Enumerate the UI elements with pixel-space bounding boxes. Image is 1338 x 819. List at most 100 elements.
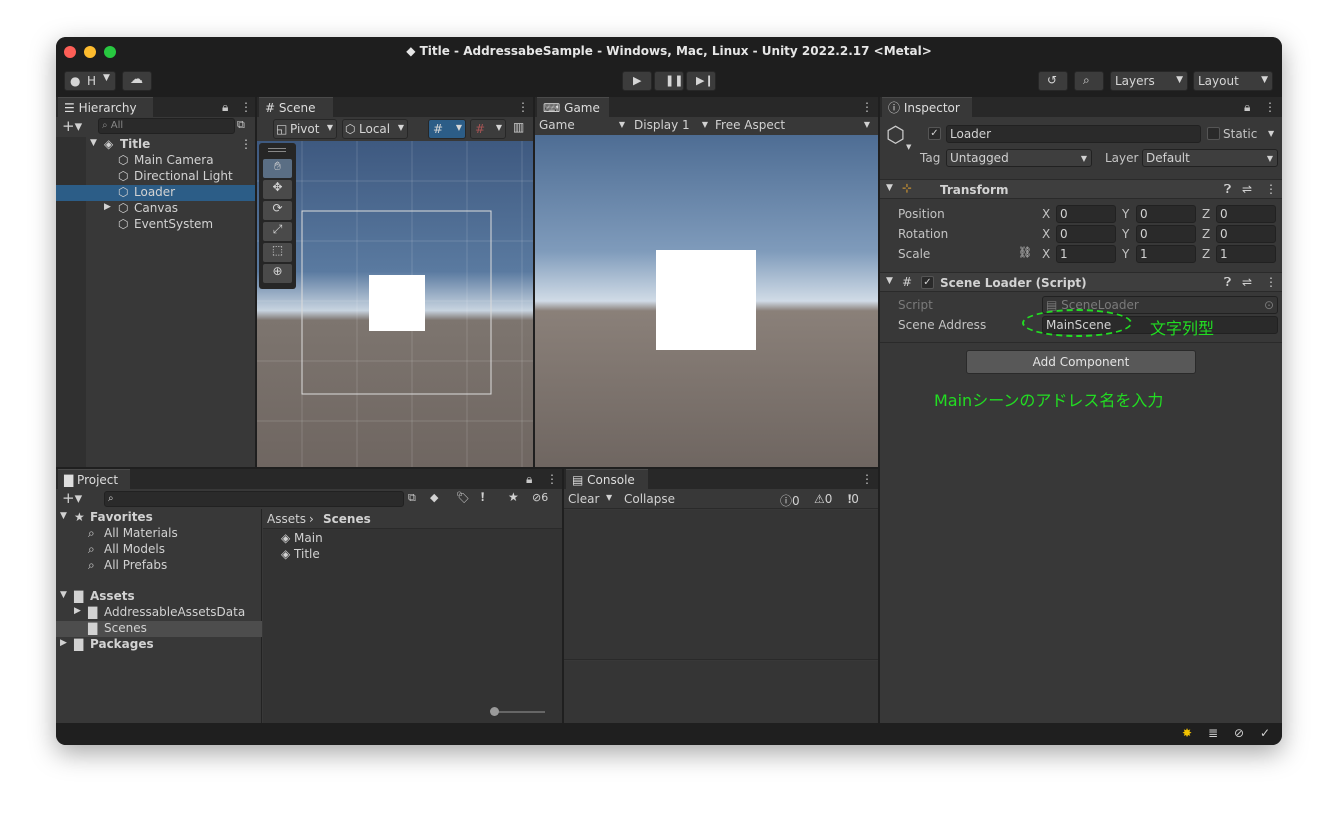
kebab-menu-icon[interactable]: ⋮ <box>861 472 873 486</box>
scale-x-field[interactable]: 1 <box>1056 245 1116 263</box>
increment-snap-icon[interactable]: ▥ <box>513 120 524 134</box>
scene-viewport[interactable]: ✋︎ ✥ ⟳ ⤢ ⬚ ⊕ <box>257 141 533 467</box>
layer-dropdown[interactable]: Default ▼ <box>1142 149 1278 167</box>
clear-options-dropdown[interactable]: ▼ <box>606 493 612 502</box>
preset-icon[interactable]: ⇌ <box>1242 182 1252 196</box>
project-search-input[interactable]: ⌕ <box>104 491 404 507</box>
pause-button[interactable]: ❚❚ <box>654 71 684 91</box>
asset-title-scene[interactable]: ◈ Title <box>281 547 320 563</box>
rotate-tool-button[interactable]: ⟳ <box>263 201 292 220</box>
kebab-menu-icon[interactable]: ⋮ <box>861 100 873 114</box>
packages-row[interactable]: ▶ ▇ Packages <box>56 637 262 653</box>
position-z-field[interactable]: 0 <box>1216 205 1276 223</box>
add-component-button[interactable]: Add Component <box>966 350 1196 374</box>
hierarchy-item-eventsystem[interactable]: ⬡ EventSystem <box>56 217 255 233</box>
folder-addressableassetsdata[interactable]: ▶ ▇ AddressableAssetsData <box>56 605 262 621</box>
static-checkbox[interactable] <box>1207 127 1220 140</box>
kebab-menu-icon[interactable]: ⋮ <box>1265 182 1277 196</box>
log-filter-icon[interactable]: ❗︎ <box>481 490 484 505</box>
warning-filter-button[interactable]: ⚠0 <box>814 492 832 506</box>
add-icon[interactable]: +▾ <box>62 489 82 507</box>
scale-z-field[interactable]: 1 <box>1216 245 1276 263</box>
scale-tool-button[interactable]: ⤢ <box>263 222 292 241</box>
breadcrumb-assets[interactable]: Assets <box>267 512 306 526</box>
rotation-y-field[interactable]: 0 <box>1136 225 1196 243</box>
tab-hierarchy[interactable]: ☰ Hierarchy <box>58 97 153 117</box>
transform-tool-button[interactable]: ⊕ <box>263 264 292 283</box>
layout-dropdown[interactable]: Layout ▼ <box>1193 71 1273 91</box>
pivot-dropdown[interactable]: ◱ Pivot ▼ <box>273 119 337 139</box>
chevron-down-icon[interactable]: ▼ <box>1268 129 1274 138</box>
display-dropdown[interactable]: Display 1 ▼ <box>634 118 708 132</box>
aspect-dropdown[interactable]: Free Aspect ▼ <box>715 118 870 132</box>
help-icon[interactable]: ❓︎ <box>1224 182 1231 197</box>
search-options-icon[interactable]: ⧉ <box>237 118 245 132</box>
search-button[interactable]: ⌕ <box>1074 71 1104 91</box>
grid-visibility-button[interactable]: # ▼ <box>470 119 506 139</box>
collapse-button[interactable]: Collapse <box>624 492 675 506</box>
favorites-row[interactable]: ▼ ★ Favorites <box>56 510 262 526</box>
clear-button[interactable]: Clear <box>568 492 599 506</box>
favorite-all-models[interactable]: ⌕ All Models <box>56 542 262 558</box>
help-icon[interactable]: ❓︎ <box>1224 275 1231 290</box>
tag-dropdown[interactable]: Untagged ▼ <box>946 149 1092 167</box>
add-icon[interactable]: +▾ <box>62 117 82 135</box>
kebab-menu-icon[interactable]: ⋮ <box>240 100 252 114</box>
hidden-packages-icon[interactable]: ⊘6 <box>532 491 548 504</box>
asset-main-scene[interactable]: ◈ Main <box>281 531 323 547</box>
error-filter-button[interactable]: ❗︎0 <box>848 492 859 507</box>
lock-icon[interactable]: 🔒︎ <box>526 472 532 487</box>
lock-icon[interactable]: 🔒︎ <box>222 100 228 115</box>
status-check-icon[interactable]: ✓ <box>1260 726 1270 740</box>
hand-tool-button[interactable]: ✋︎ <box>263 159 292 178</box>
cloud-button[interactable]: ☁ <box>122 71 152 91</box>
rotation-z-field[interactable]: 0 <box>1216 225 1276 243</box>
game-mode-dropdown[interactable]: Game ▼ <box>539 118 627 132</box>
favorite-all-materials[interactable]: ⌕ All Materials <box>56 526 262 542</box>
cache-server-icon[interactable]: ≣ <box>1208 726 1218 740</box>
tab-project[interactable]: ▇ Project <box>58 469 130 489</box>
chevron-right-icon[interactable]: ▶ <box>104 202 111 212</box>
layers-dropdown[interactable]: Layers ▼ <box>1110 71 1188 91</box>
script-enabled-checkbox[interactable]: ✓ <box>921 276 934 289</box>
hierarchy-item-canvas[interactable]: ▶ ⬡ Canvas <box>56 201 255 217</box>
kebab-menu-icon[interactable]: ⋮ <box>1265 275 1277 289</box>
hierarchy-item-loader[interactable]: ⬡ Loader <box>56 185 255 201</box>
auto-generate-lighting-icon[interactable]: ⊘ <box>1234 726 1244 740</box>
tab-console[interactable]: ▤ Console <box>566 469 648 489</box>
kebab-menu-icon[interactable]: ⋮ <box>1264 100 1276 114</box>
active-checkbox[interactable]: ✓ <box>928 127 941 140</box>
filter-by-label-icon[interactable]: 🏷︎ <box>456 491 470 504</box>
hierarchy-search-input[interactable]: ⌕ All <box>98 118 235 134</box>
folder-scenes[interactable]: ▇ Scenes <box>56 621 262 637</box>
scene-white-square[interactable] <box>369 275 425 331</box>
history-button[interactable]: ↺ <box>1038 71 1068 91</box>
tab-game[interactable]: ⌨ Game <box>537 97 609 117</box>
search-by-type-icon[interactable]: ⧉ <box>408 491 416 505</box>
move-tool-button[interactable]: ✥ <box>263 180 292 199</box>
slider-thumb[interactable] <box>490 707 499 716</box>
game-viewport[interactable] <box>535 135 878 467</box>
tab-scene[interactable]: # Scene <box>259 97 333 117</box>
favorite-all-prefabs[interactable]: ⌕ All Prefabs <box>56 558 262 574</box>
rect-tool-button[interactable]: ⬚ <box>263 243 292 262</box>
transform-header[interactable]: ▼ ⊹ Transform ❓︎ ⇌ ⋮ <box>880 179 1282 199</box>
preset-icon[interactable]: ⇌ <box>1242 275 1252 289</box>
local-dropdown[interactable]: ⬡ Local ▼ <box>342 119 408 139</box>
tab-inspector[interactable]: ⓘ Inspector <box>882 97 972 117</box>
kebab-menu-icon[interactable]: ⋮ <box>240 137 252 151</box>
account-dropdown[interactable]: ● H ▼ <box>64 71 116 91</box>
position-x-field[interactable]: 0 <box>1056 205 1116 223</box>
play-button[interactable]: ▶ <box>622 71 652 91</box>
breadcrumb-scenes[interactable]: Scenes <box>323 512 371 526</box>
kebab-menu-icon[interactable]: ⋮ <box>517 100 529 114</box>
icon-size-slider[interactable] <box>493 711 545 713</box>
assets-row[interactable]: ▼ ▇ Assets <box>56 589 262 605</box>
debug-bug-icon[interactable]: ✸ <box>1182 726 1192 740</box>
scene-root-row[interactable]: ▼ ◈ Title ⋮ <box>56 137 255 153</box>
object-name-field[interactable]: Loader <box>946 125 1201 143</box>
rotation-x-field[interactable]: 0 <box>1056 225 1116 243</box>
step-button[interactable]: ▶❙ <box>686 71 716 91</box>
info-filter-button[interactable]: ⓘ0 <box>780 492 800 509</box>
palette-handle[interactable] <box>268 148 286 152</box>
